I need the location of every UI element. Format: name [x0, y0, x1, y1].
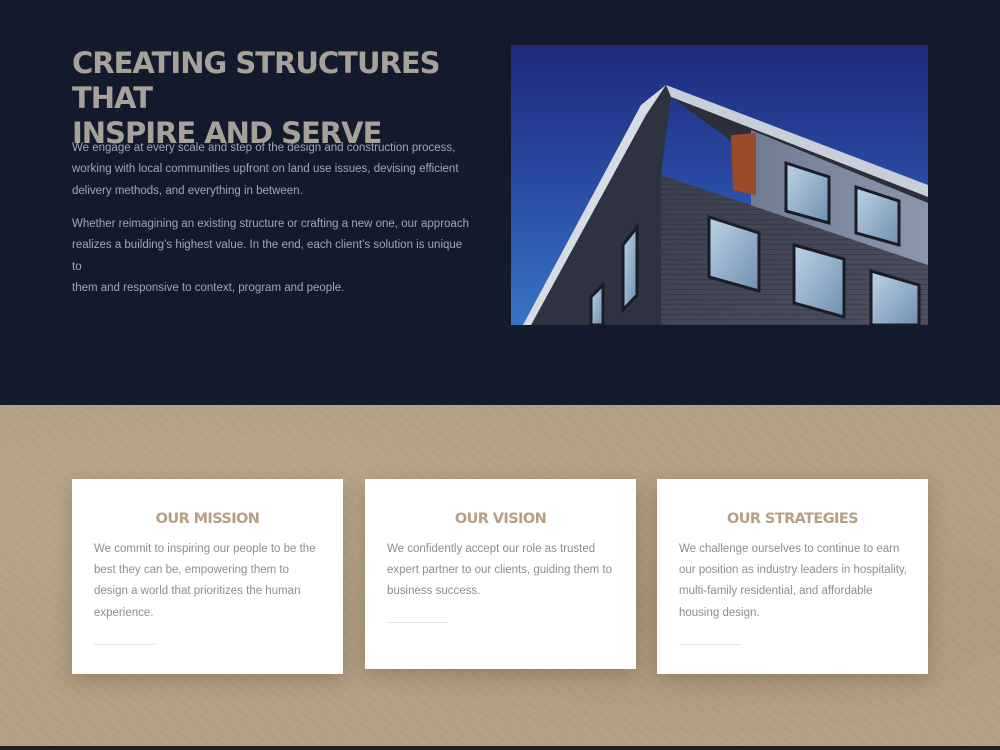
mission-card: OUR MISSION We commit to inspiring our p…	[72, 479, 343, 674]
vision-text: We confidently accept our role as truste…	[387, 543, 613, 598]
card-divider	[679, 644, 740, 645]
mission-text: We commit to inspiring our people to be …	[94, 543, 316, 619]
building-photo	[511, 45, 928, 325]
vision-title: OUR VISION	[454, 511, 547, 527]
strategies-title: OUR STRATEGIES	[727, 511, 859, 527]
hero-title: CREATING STRUCTURES THAT INSPIRE AND SER…	[72, 46, 441, 150]
mission-title: OUR MISSION	[155, 511, 260, 527]
card-divider	[94, 644, 155, 645]
card-divider	[387, 622, 448, 623]
vision-card: OUR VISION We confidently accept our rol…	[365, 479, 636, 669]
hero-section: CREATING STRUCTURES THAT INSPIRE AND SER…	[0, 0, 1000, 405]
footer-divider	[0, 746, 1000, 750]
strategies-card: OUR STRATEGIES We challenge ourselves to…	[657, 479, 928, 674]
hero-paragraph-1: We engage at every scale and step of the…	[72, 142, 459, 197]
hero-paragraph-2: Whether reimagining an existing structur…	[72, 218, 469, 294]
strategies-text: We challenge ourselves to continue to ea…	[679, 543, 907, 619]
